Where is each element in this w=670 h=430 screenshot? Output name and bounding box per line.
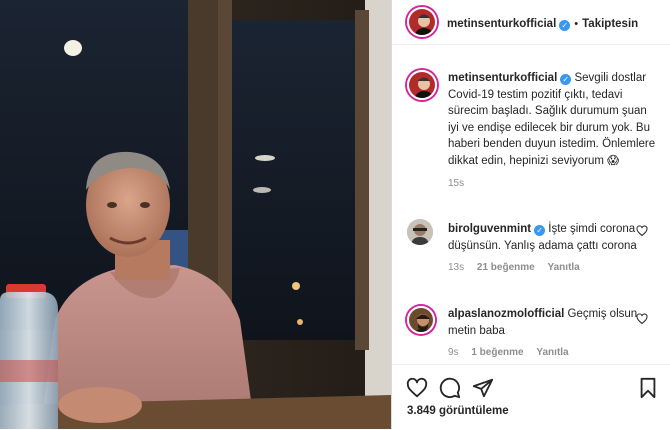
comment-like-heart-icon[interactable]: [636, 313, 648, 325]
comment-icon[interactable]: [439, 377, 461, 399]
comment-likes[interactable]: 1 beğenme: [471, 347, 523, 358]
verified-badge-icon: ✓: [559, 20, 571, 31]
post-caption: metinsenturkofficial ✓ Sevgili dostlar Co…: [448, 70, 660, 193]
share-icon[interactable]: [472, 377, 494, 399]
comment-time[interactable]: 13s: [448, 262, 464, 273]
caption-text: Sevgili dostlar Covid-19 testim pozitif …: [448, 72, 656, 167]
comment-username[interactable]: birolguvenmint: [448, 223, 531, 235]
comment-like-heart-icon[interactable]: [636, 225, 648, 237]
author-username[interactable]: metinsenturkofficial: [447, 18, 556, 30]
comment-time[interactable]: 9s: [448, 347, 459, 358]
comment-avatar[interactable]: [407, 219, 433, 245]
post-video[interactable]: [0, 0, 391, 429]
bookmark-icon[interactable]: [638, 377, 658, 399]
reply-button[interactable]: Yanıtla: [548, 262, 580, 273]
comment-item: alpaslanozmolofficial Geçmiş olsun metin…: [448, 306, 638, 362]
author-avatar[interactable]: [407, 7, 437, 37]
caption-author-avatar[interactable]: [407, 70, 437, 100]
verified-badge-icon: ✓: [560, 74, 572, 85]
comment-likes[interactable]: 21 beğenme: [477, 262, 535, 273]
caption-username[interactable]: metinsenturkofficial: [448, 72, 557, 84]
separator-dot: •: [574, 18, 579, 30]
view-count[interactable]: 3.849 görüntüleme: [407, 405, 509, 417]
comment-item: birolguvenmint ✓ İşte şimdi corona düşüns…: [448, 221, 638, 277]
comment-avatar-image: [407, 219, 433, 245]
caption-time[interactable]: 15s: [448, 178, 464, 189]
instagram-post-viewer: metinsenturkofficial ✓ • Takiptesin metinse…: [0, 0, 670, 429]
post-actions-bar: 3.849 görüntüleme: [392, 364, 670, 430]
verified-badge-icon: ✓: [534, 225, 546, 236]
caption-avatar-image: [409, 72, 435, 98]
comment-username[interactable]: alpaslanozmolofficial: [448, 308, 564, 320]
follow-status-button[interactable]: Takiptesin: [582, 18, 638, 30]
comment-avatar[interactable]: [407, 306, 435, 334]
author-avatar-image: [409, 9, 435, 35]
heart-icon[interactable]: [406, 377, 428, 399]
video-frame-illustration: [0, 0, 391, 429]
post-side-panel: metinsenturkofficial ✓ • Takiptesin metinse…: [391, 0, 670, 429]
post-header: metinsenturkofficial ✓ • Takiptesin: [392, 0, 670, 45]
comment-avatar-image: [409, 308, 433, 332]
reply-button[interactable]: Yanıtla: [536, 347, 568, 358]
